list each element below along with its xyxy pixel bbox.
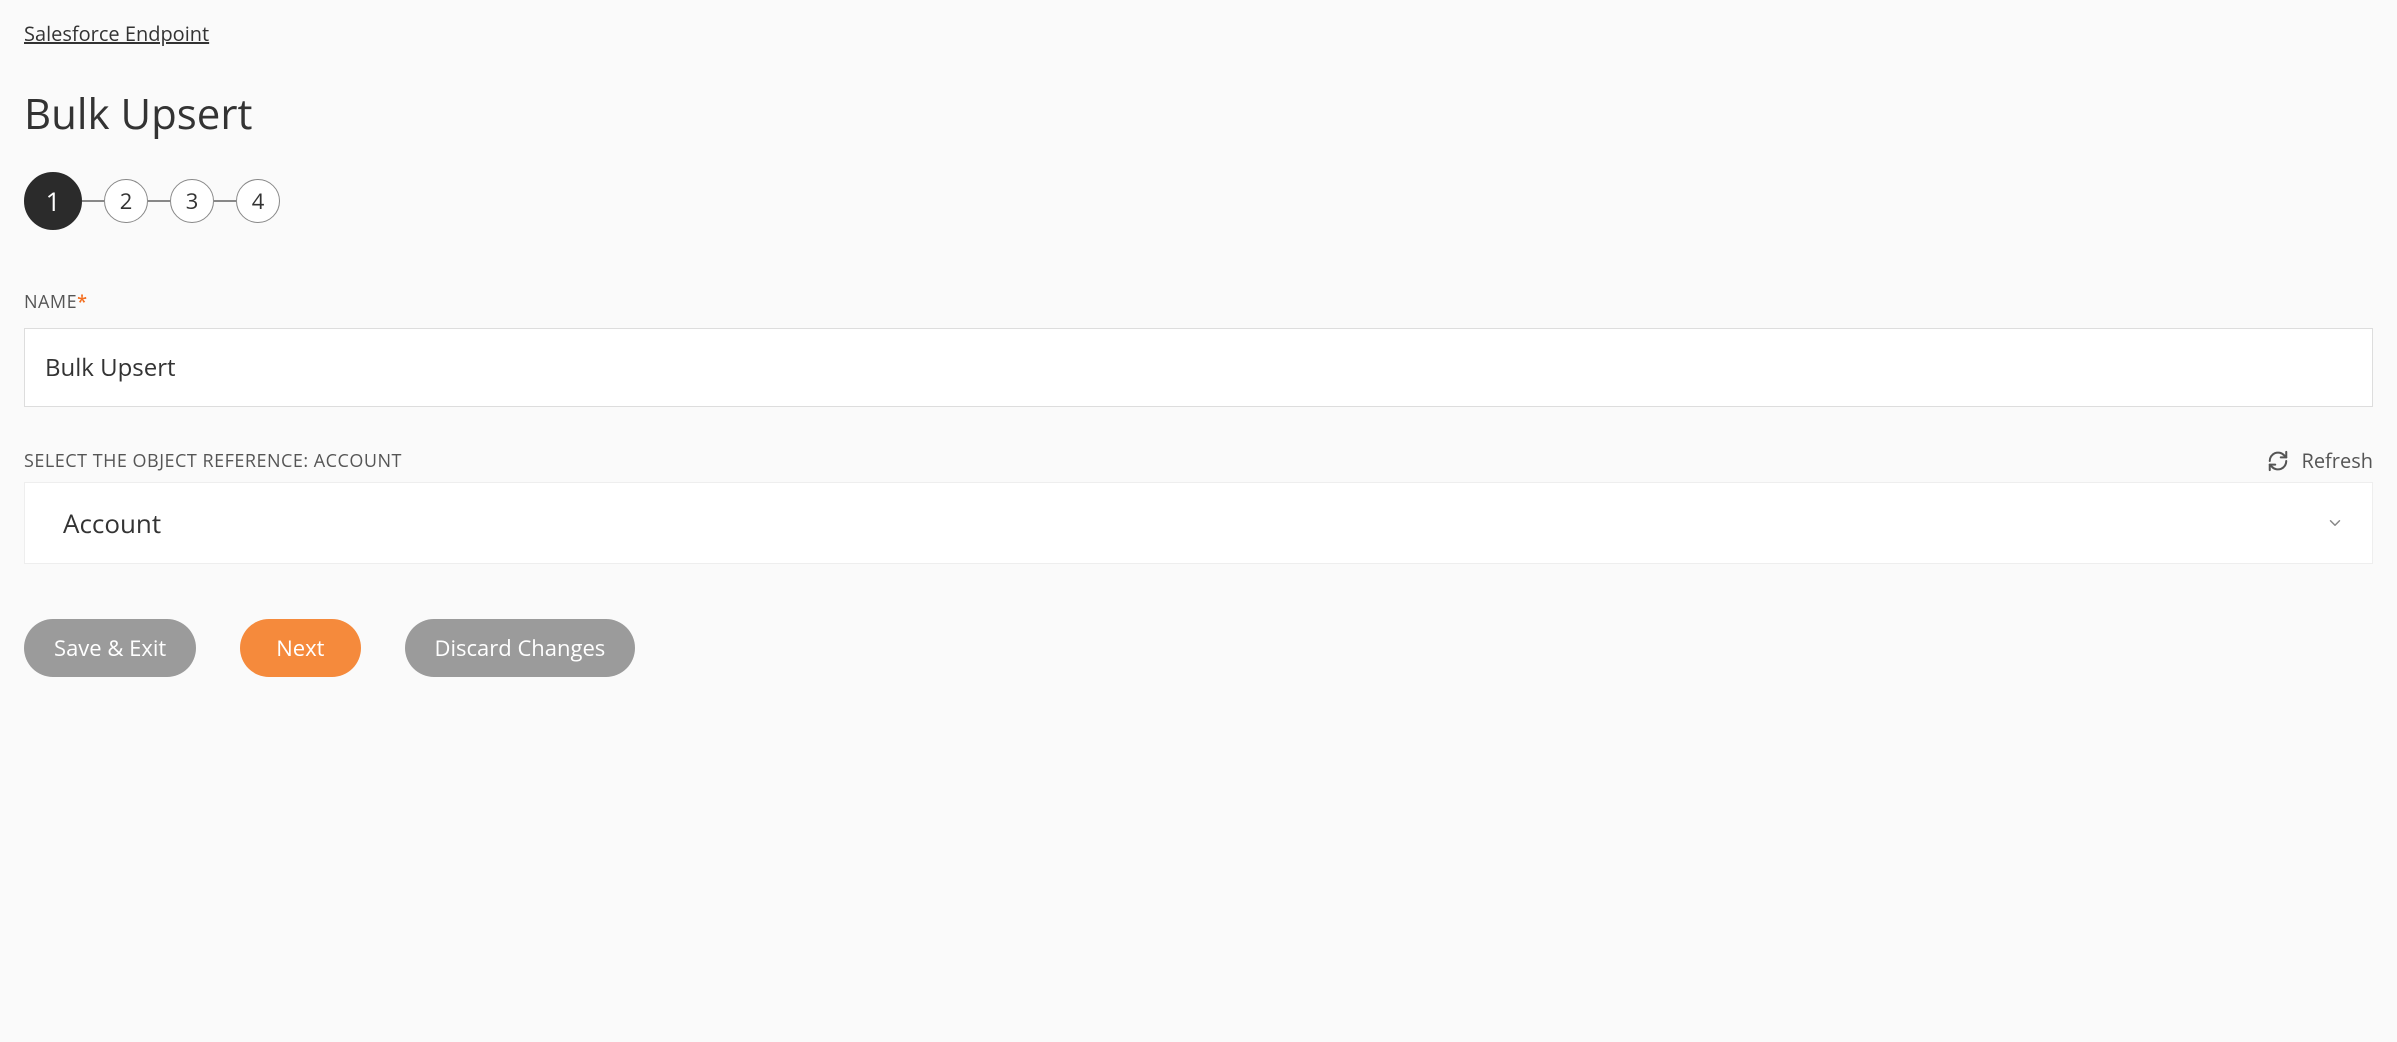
- object-reference-selected-value: Account: [63, 505, 161, 541]
- step-1[interactable]: 1: [24, 172, 82, 230]
- name-label-text: NAME: [24, 290, 77, 314]
- page-title: Bulk Upsert: [24, 85, 2373, 142]
- step-indicator: 1 2 3 4: [24, 172, 2373, 230]
- step-connector: [214, 200, 236, 202]
- refresh-icon: [2267, 450, 2289, 472]
- name-input[interactable]: [24, 328, 2373, 407]
- required-asterisk: *: [77, 290, 87, 314]
- step-3[interactable]: 3: [170, 179, 214, 223]
- step-4[interactable]: 4: [236, 179, 280, 223]
- chevron-down-icon: [2326, 514, 2344, 532]
- breadcrumb-link[interactable]: Salesforce Endpoint: [24, 20, 209, 47]
- step-2[interactable]: 2: [104, 179, 148, 223]
- refresh-button[interactable]: Refresh: [2267, 447, 2373, 474]
- object-reference-select[interactable]: Account: [24, 482, 2373, 564]
- step-connector: [148, 200, 170, 202]
- next-button[interactable]: Next: [240, 619, 360, 677]
- object-reference-label: SELECT THE OBJECT REFERENCE: ACCOUNT: [24, 449, 402, 473]
- step-connector: [82, 200, 104, 202]
- action-button-row: Save & Exit Next Discard Changes: [24, 619, 2373, 677]
- name-field-label: NAME*: [24, 290, 2373, 314]
- discard-changes-button[interactable]: Discard Changes: [405, 619, 636, 677]
- refresh-label: Refresh: [2301, 447, 2373, 474]
- save-exit-button[interactable]: Save & Exit: [24, 619, 196, 677]
